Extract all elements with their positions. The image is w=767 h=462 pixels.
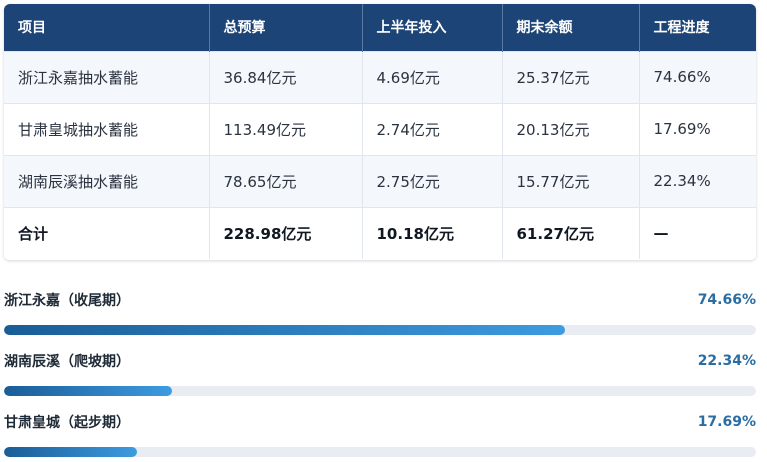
header-h1-investment: 上半年投入 [362, 4, 503, 51]
header-total-budget: 总预算 [209, 4, 363, 51]
progress-track [4, 447, 756, 457]
table-header-row: 项目 总预算 上半年投入 期末余额 工程进度 [4, 4, 756, 51]
cell-investment: 2.74亿元 [362, 102, 503, 155]
progress-fill [4, 447, 138, 457]
progress-item: 湖南辰溪（爬坡期） 22.34% [4, 351, 756, 396]
cell-investment: 4.69亿元 [362, 50, 503, 103]
table-row: 浙江永嘉抽水蓄能 36.84亿元 4.69亿元 25.37亿元 74.66% [4, 50, 756, 103]
cell-total-investment: 10.18亿元 [362, 206, 503, 259]
progress-fill [4, 325, 566, 335]
cell-budget: 113.49亿元 [209, 102, 363, 155]
cell-progress: 22.34% [639, 154, 756, 207]
table-row: 甘肃皇城抽水蓄能 113.49亿元 2.74亿元 20.13亿元 17.69% [4, 102, 756, 155]
progress-item: 甘肃皇城（起步期） 17.69% [4, 412, 756, 457]
table-total-row: 合计 228.98亿元 10.18亿元 61.27亿元 — [4, 206, 756, 259]
cell-progress: 74.66% [639, 50, 756, 103]
cell-budget: 78.65亿元 [209, 154, 363, 207]
progress-fill [4, 386, 172, 396]
cell-balance: 20.13亿元 [502, 102, 640, 155]
table-row: 湖南辰溪抽水蓄能 78.65亿元 2.75亿元 15.77亿元 22.34% [4, 154, 756, 207]
cell-project: 甘肃皇城抽水蓄能 [4, 102, 210, 155]
header-project: 项目 [4, 4, 210, 51]
cell-balance: 25.37亿元 [502, 50, 640, 103]
progress-label: 浙江永嘉（收尾期） [4, 293, 130, 309]
cell-investment: 2.75亿元 [362, 154, 503, 207]
page: 项目 总预算 上半年投入 期末余额 工程进度 浙江永嘉抽水蓄能 36.84亿元 … [0, 0, 767, 462]
header-ending-balance: 期末余额 [502, 4, 640, 51]
cell-total-label: 合计 [4, 206, 210, 259]
progress-label: 甘肃皇城（起步期） [4, 415, 130, 431]
cell-total-balance: 61.27亿元 [502, 206, 640, 259]
cell-balance: 15.77亿元 [502, 154, 640, 207]
cell-progress: 17.69% [639, 102, 756, 155]
progress-item: 浙江永嘉（收尾期） 74.66% [4, 290, 756, 335]
progress-percent: 74.66% [697, 292, 756, 308]
cell-total-progress: — [639, 206, 756, 259]
header-progress: 工程进度 [639, 4, 756, 51]
progress-label: 湖南辰溪（爬坡期） [4, 354, 130, 370]
progress-track [4, 386, 756, 396]
cell-project: 湖南辰溪抽水蓄能 [4, 154, 210, 207]
cell-total-budget: 228.98亿元 [209, 206, 363, 259]
progress-percent: 22.34% [697, 353, 756, 369]
project-table: 项目 总预算 上半年投入 期末余额 工程进度 浙江永嘉抽水蓄能 36.84亿元 … [4, 4, 756, 259]
cell-budget: 36.84亿元 [209, 50, 363, 103]
progress-track [4, 325, 756, 335]
progress-percent: 17.69% [697, 414, 756, 430]
cell-project: 浙江永嘉抽水蓄能 [4, 50, 210, 103]
project-table-card: 项目 总预算 上半年投入 期末余额 工程进度 浙江永嘉抽水蓄能 36.84亿元 … [4, 4, 756, 260]
